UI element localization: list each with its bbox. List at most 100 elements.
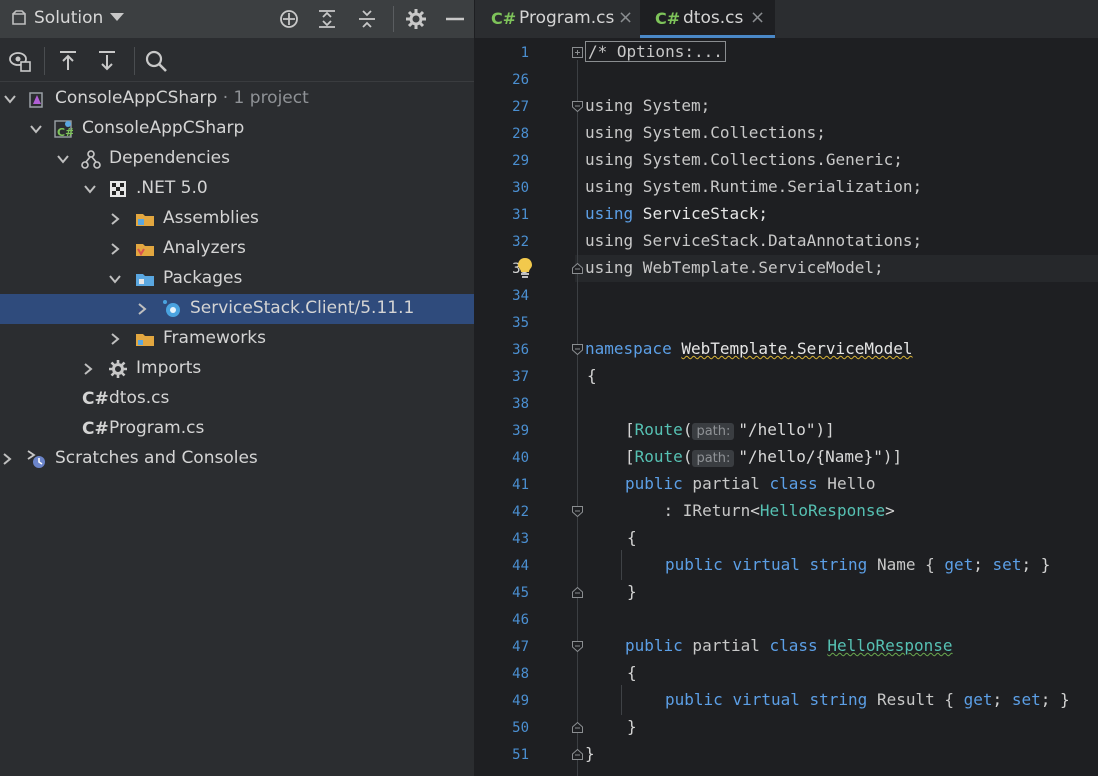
fold-marker-icon[interactable] [572,101,583,112]
fold-marker-icon[interactable] [572,722,583,733]
chevron-right-icon[interactable] [108,332,122,346]
chevron-down-icon[interactable] [56,152,70,166]
code-line-48[interactable]: { [627,663,637,682]
collapsed-region[interactable]: /* Options:... [585,41,726,62]
keyword: using [585,231,634,250]
tab-program-cs[interactable]: C# Program.cs × [475,0,639,38]
keyword: using [585,96,634,115]
keyword: set [1011,690,1041,709]
code-line-31[interactable]: using ServiceStack; [585,204,768,223]
toolbar-divider [134,47,135,75]
tree-item-frameworks[interactable]: Frameworks [0,324,474,354]
code-text: ; } [1040,690,1070,709]
gear-icon[interactable] [405,8,427,30]
code-line-37[interactable]: { [587,366,597,385]
collapse-all-icon[interactable] [356,8,378,30]
line-number: 47 [512,639,529,655]
fold-marker-icon[interactable] [572,506,583,517]
line-number: 37 [512,369,529,385]
tree-item-program-cs[interactable]: C# Program.cs [0,414,474,444]
gear-icon [109,360,127,378]
code-line-1[interactable]: /* Options:... [585,41,726,62]
chevron-down-icon[interactable] [83,182,97,196]
chevron-right-icon[interactable] [135,302,149,316]
code-line-43[interactable]: { [627,528,637,547]
code-line-29[interactable]: using System.Collections.Generic; [585,150,903,169]
tree-item-dotnet[interactable]: .NET 5.0 [0,174,474,204]
fold-marker-icon[interactable] [572,587,583,598]
code-line-51[interactable]: } [585,744,595,763]
tree-item-project[interactable]: C# ConsoleAppCSharp [0,114,474,144]
fold-marker-icon[interactable] [572,344,583,355]
code-line-47[interactable]: public partial class HelloResponse [625,636,953,655]
keyword: public [665,555,723,574]
csharp-file-icon: C# [82,389,109,409]
brace: } [627,717,637,736]
chevron-down-icon[interactable] [110,13,124,21]
line-number: 44 [512,558,529,574]
tree-item-servicestack-client[interactable]: ServiceStack.Client/5.11.1 [0,294,474,324]
code-line-40[interactable]: [Route(path: "/hello/{Name}")] [625,447,902,467]
package-icon [163,300,180,317]
expand-all-icon[interactable] [316,8,338,30]
chevron-down-icon[interactable] [108,272,122,286]
tree-item-packages[interactable]: Packages [0,264,474,294]
toolbar-divider [44,47,45,75]
minimize-icon[interactable] [444,8,466,30]
chevron-right-icon[interactable] [108,212,122,226]
chevron-down-icon[interactable] [29,122,43,136]
tree-item-imports[interactable]: Imports [0,354,474,384]
fold-marker-icon[interactable] [572,641,583,652]
fold-marker-icon[interactable] [572,263,583,274]
code-line-32[interactable]: using ServiceStack.DataAnnotations; [585,231,922,250]
code-line-33[interactable]: using WebTemplate.ServiceModel; [585,258,884,277]
bracket: [ [625,420,635,439]
tree-item-label: Assemblies [163,208,259,228]
code-line-44[interactable]: public virtual string Name { get; set; } [665,555,1050,574]
chevron-right-icon[interactable] [108,242,122,256]
close-icon[interactable]: × [750,7,765,28]
solution-dropdown[interactable]: Solution [34,8,103,28]
tree-item-scratches[interactable]: Scratches and Consoles [0,444,474,474]
chevron-down-icon[interactable] [3,92,17,106]
code-text: System.Collections.Generic; [633,150,903,169]
line-number: 31 [512,207,529,223]
tab-dtos-cs[interactable]: C# dtos.cs × [640,0,775,38]
download-icon[interactable] [95,49,119,73]
line-number: 50 [512,720,529,736]
line-number: 28 [512,126,529,142]
code-line-45[interactable]: } [627,582,637,601]
code-line-41[interactable]: public partial class Hello [625,474,875,493]
show-hidden-icon[interactable] [8,49,32,73]
code-line-28[interactable]: using System.Collections; [585,123,826,142]
tree-item-analyzers[interactable]: Analyzers [0,234,474,264]
fold-marker-icon[interactable] [572,749,583,760]
keyword: namespace [585,339,672,358]
code-line-36[interactable]: namespace WebTemplate.ServiceModel [585,339,913,358]
indent-guide [621,685,622,715]
fold-marker-icon[interactable] [572,47,583,58]
code-line-49[interactable]: public virtual string Result { get; set;… [665,690,1070,709]
search-icon[interactable] [144,49,168,73]
code-line-30[interactable]: using System.Runtime.Serialization; [585,177,922,196]
tree-item-assemblies[interactable]: Assemblies [0,204,474,234]
code-line-42[interactable]: : IReturn<HelloResponse> [625,501,895,520]
chevron-right-icon[interactable] [0,452,14,466]
lightbulb-icon[interactable] [515,257,535,279]
close-icon[interactable]: × [618,7,633,28]
tree-item-label: ConsoleAppCSharp [82,118,245,138]
attribute-name: Route [634,447,683,466]
locate-icon[interactable] [278,8,300,30]
folder-icon [136,244,154,256]
upload-icon[interactable] [56,49,80,73]
tree-item-dtos-cs[interactable]: C# dtos.cs [0,384,474,414]
chevron-right-icon[interactable] [81,362,95,376]
code-line-27[interactable]: using System; [585,96,710,115]
tree-item-solution[interactable]: ConsoleAppCSharp · 1 project [0,84,474,114]
code-line-39[interactable]: [Route(path: "/hello")] [625,420,835,440]
code-text: ; } [1021,555,1051,574]
angle: < [750,501,760,520]
tree-item-dependencies[interactable]: Dependencies [0,144,474,174]
code-line-50[interactable]: } [627,717,637,736]
class-name: Hello [817,474,876,493]
